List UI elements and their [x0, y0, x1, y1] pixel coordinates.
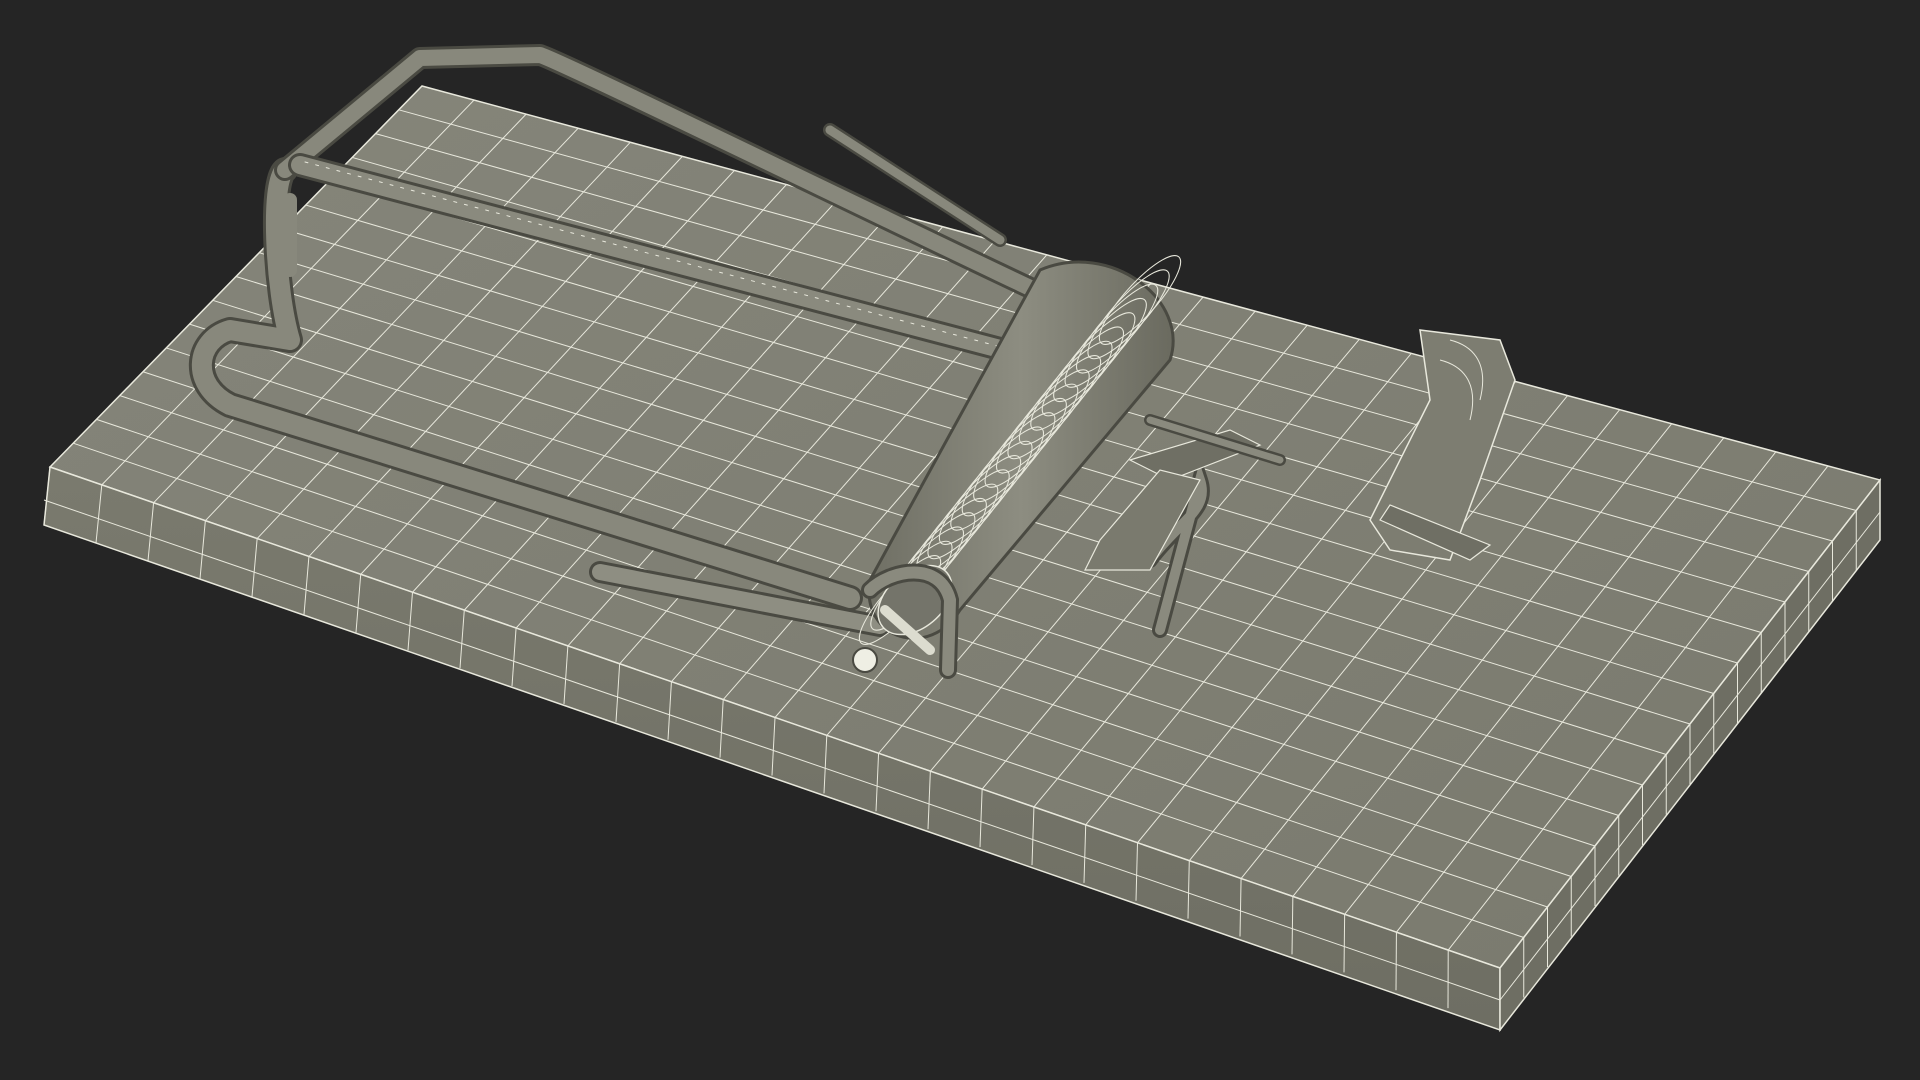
render-viewport: [0, 0, 1920, 1080]
axle-end: [852, 647, 878, 673]
mousetrap-model: [43, 44, 1882, 1033]
wireframe-edge: [1343, 914, 1346, 973]
